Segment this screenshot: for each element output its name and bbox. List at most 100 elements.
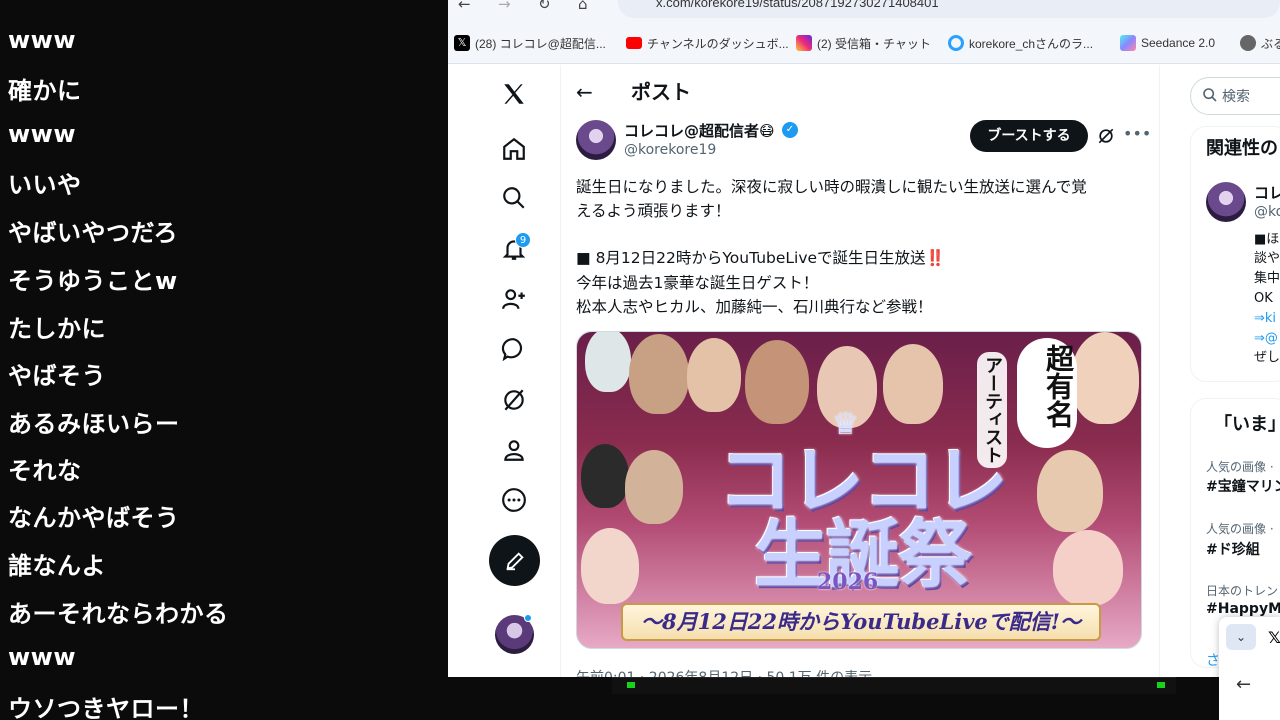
chat-message: あーそれならわかる	[8, 600, 229, 628]
chat-message: それな	[8, 457, 82, 485]
post-text-line: 今年は過去1豪華な誕生日ゲスト！	[576, 274, 819, 292]
chevron-down-icon[interactable]: ⌄	[1226, 624, 1256, 650]
bookmark-item[interactable]: Seedance 2.0	[1120, 34, 1215, 52]
chat-message: www	[8, 0, 76, 6]
author-name[interactable]: コレコレ@超配信者😷	[624, 120, 775, 141]
compose-button[interactable]	[489, 535, 540, 586]
trend-category: 日本のトレン	[1206, 584, 1279, 598]
chat-message: ウソつきヤロー！	[8, 695, 204, 720]
trends-title: 「いま」	[1214, 414, 1280, 435]
x-logo-icon[interactable]: 𝕏	[1268, 628, 1280, 647]
status-dot	[524, 614, 532, 622]
bookmark-item[interactable]: 𝕏 (28) コレコレ@超配信...	[454, 34, 606, 52]
bookmark-item[interactable]: korekore_chさんのラ...	[948, 34, 1093, 52]
chat-message: www	[8, 643, 77, 671]
more-options-icon[interactable]: •••	[1123, 124, 1151, 143]
related-bio-line: ■ほ	[1254, 232, 1280, 247]
stream-strip	[612, 677, 1176, 694]
related-bio-line: 集中	[1254, 271, 1280, 286]
related-user-handle[interactable]: @ko	[1254, 204, 1280, 220]
chat-message: そうゆうことw	[8, 267, 178, 295]
person-photo	[1053, 530, 1123, 606]
page-title: ポスト	[631, 80, 691, 104]
more-icon[interactable]	[499, 485, 529, 515]
search-placeholder: 検索	[1222, 89, 1250, 105]
chat-overlay: www www 確かに www いいや やばいやつだろ そうゆうことw たしかに…	[0, 0, 448, 720]
grok-icon[interactable]	[1096, 126, 1116, 150]
profile-icon[interactable]	[499, 435, 529, 465]
grok-icon[interactable]	[499, 385, 529, 415]
related-bio-line: ぜし	[1254, 350, 1280, 365]
twitcasting-icon	[948, 35, 964, 51]
back-icon[interactable]: ←	[458, 0, 471, 12]
person-photo	[625, 450, 683, 524]
crown-icon: ♛	[832, 407, 859, 442]
trend-item[interactable]: #ド珍組	[1206, 539, 1260, 559]
back-arrow-icon[interactable]: ←	[1236, 674, 1251, 695]
x-logo-icon[interactable]	[499, 79, 529, 109]
media-badge-sub: アーティスト	[977, 352, 1007, 468]
bookmarks-bar: 𝕏 (28) コレコレ@超配信... チャンネルのダッシュボ... (2) 受信箱…	[448, 20, 1280, 64]
related-title: 関連性の	[1206, 138, 1278, 159]
show-more-link[interactable]: さ	[1206, 650, 1220, 670]
related-user-name[interactable]: コレ	[1254, 182, 1280, 203]
chat-message: www	[8, 120, 77, 148]
boost-button[interactable]: ブーストする	[970, 120, 1088, 152]
media-banner: ～8月12日22時からYouTubeLiveで配信!～	[621, 603, 1101, 641]
chat-message: 確かに	[8, 77, 82, 105]
trend-category: 人気の画像 ·	[1206, 522, 1274, 536]
column-divider	[560, 65, 561, 677]
avatar[interactable]	[1206, 182, 1246, 222]
bookmark-item[interactable]: ぶる	[1240, 34, 1280, 52]
back-arrow-icon[interactable]: ←	[576, 80, 593, 104]
bookmark-label: (28) コレコレ@超配信...	[475, 36, 606, 51]
x-icon: 𝕏	[454, 35, 470, 51]
person-photo	[629, 334, 689, 414]
person-photo	[745, 340, 809, 424]
related-bio-link[interactable]: ⇒ki	[1254, 309, 1276, 329]
green-marker	[1157, 682, 1165, 688]
chat-message: やばそう	[8, 362, 106, 390]
seedance-icon	[1120, 35, 1136, 51]
avatar[interactable]	[576, 120, 616, 160]
chat-message: なんかやばそう	[8, 504, 180, 532]
media-badge: 超有名	[1017, 338, 1077, 448]
related-bio-line: 談や	[1254, 251, 1280, 266]
trend-item[interactable]: #HappyMi	[1206, 601, 1280, 617]
author-handle[interactable]: @korekore19	[624, 142, 716, 158]
person-photo	[581, 444, 629, 508]
green-marker	[627, 682, 635, 688]
chat-bubble-icon[interactable]	[499, 334, 529, 364]
bookmark-label: (2) 受信箱・チャット	[817, 36, 931, 51]
bookmark-label: korekore_chさんのラ...	[969, 36, 1094, 51]
related-bio-link[interactable]: ⇒@	[1254, 329, 1278, 349]
chat-message: あるみほいらー	[8, 410, 180, 438]
search-icon	[1202, 87, 1218, 107]
person-photo	[1037, 450, 1103, 532]
column-divider	[1159, 65, 1160, 677]
trend-item[interactable]: #宝鐘マリン	[1206, 476, 1280, 496]
bookmark-item[interactable]: (2) 受信箱・チャット	[796, 34, 931, 52]
post-text-line: えるよう頑張ります！	[576, 202, 731, 220]
youtube-icon	[626, 37, 642, 49]
url-text[interactable]: x.com/korekore19/status/2087192730271408…	[656, 0, 939, 10]
chat-message: やばいやつだろ	[8, 219, 179, 247]
post-text-line: 誕生日になりました。深夜に寂しい時の暇潰しに観たい生放送に選んで覚	[576, 178, 1087, 196]
post-text-line: ■ 8月12日22時からYouTubeLiveで誕生日生放送‼️	[576, 249, 945, 267]
address-bar: ← → ↻ ⌂ x.com/korekore19/status/20871927…	[448, 0, 1280, 20]
related-bio-line: OK	[1254, 291, 1273, 306]
compose-icon	[505, 551, 524, 570]
chat-message: たしかに	[8, 315, 106, 343]
forward-icon[interactable]: →	[498, 0, 511, 12]
person-photo	[883, 344, 943, 424]
home-icon[interactable]: ⌂	[578, 0, 588, 12]
follow-icon[interactable]	[499, 284, 529, 314]
reload-icon[interactable]: ↻	[538, 0, 551, 12]
post-image[interactable]: ♛ コレコレ生誕祭 2026 超有名 アーティスト ～8月12日22時からYou…	[576, 331, 1142, 649]
bookmark-item[interactable]: チャンネルのダッシュボ...	[626, 34, 789, 52]
search-icon[interactable]	[499, 183, 529, 213]
instagram-icon	[796, 35, 812, 51]
chat-message: 誰なんよ	[8, 552, 106, 580]
person-photo	[1071, 332, 1139, 424]
home-icon[interactable]	[499, 134, 529, 164]
